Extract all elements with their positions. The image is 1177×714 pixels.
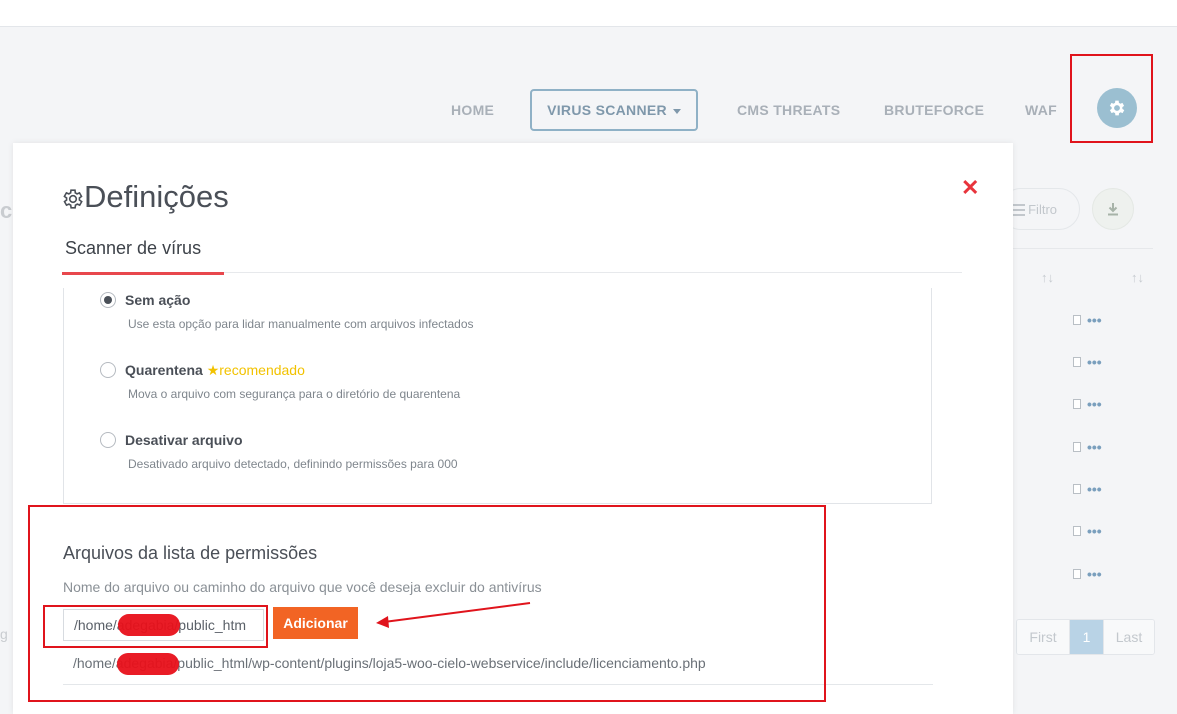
- tab-virus-scanner[interactable]: Scanner de vírus: [65, 238, 201, 259]
- pagination-first[interactable]: First: [1017, 620, 1070, 654]
- top-bar: [0, 0, 1177, 27]
- filter-label: Filtro: [1028, 201, 1057, 217]
- download-icon: [1108, 203, 1118, 216]
- recommended-badge: recomendado: [219, 362, 305, 378]
- option-description-quarentena: Mova o arquivo com segurança para o dire…: [128, 387, 461, 401]
- table-row-actions-item: •••: [1073, 313, 1102, 327]
- table-row-actions-item: •••: [1073, 397, 1102, 411]
- caret-down-icon: [672, 108, 681, 114]
- file-icon[interactable]: [1073, 526, 1081, 536]
- star-icon: ★: [206, 362, 220, 378]
- nav-bruteforce[interactable]: BRUTEFORCE: [884, 102, 984, 118]
- table-row-actions-item: •••: [1073, 482, 1102, 496]
- table-row-actions-item: •••: [1073, 355, 1102, 369]
- close-icon[interactable]: ✕: [961, 177, 979, 199]
- option-description-sem-acao: Use esta opção para lidar manualmente co…: [128, 317, 474, 331]
- background-divider: [1013, 248, 1153, 249]
- settings-highlight-box: [1070, 54, 1153, 143]
- annotation-arrow-icon: [376, 602, 531, 628]
- file-icon[interactable]: [1073, 569, 1081, 579]
- gear-outline-icon: [63, 189, 83, 209]
- pagination-last[interactable]: Last: [1104, 620, 1154, 654]
- filter-lines-icon: [1013, 204, 1025, 216]
- pagination: First 1 Last: [1016, 619, 1155, 655]
- download-button[interactable]: [1092, 188, 1134, 230]
- pagination-current-page[interactable]: 1: [1070, 620, 1104, 654]
- input-highlight-box: [43, 605, 268, 648]
- file-icon[interactable]: [1073, 315, 1081, 325]
- more-dots-icon[interactable]: •••: [1087, 355, 1102, 369]
- table-row-actions-item: •••: [1073, 440, 1102, 454]
- file-icon[interactable]: [1073, 442, 1081, 452]
- file-icon[interactable]: [1073, 399, 1081, 409]
- table-row-actions-item: •••: [1073, 524, 1102, 538]
- nav-home[interactable]: HOME: [451, 102, 494, 118]
- active-tab-indicator: [62, 272, 224, 275]
- more-dots-icon[interactable]: •••: [1087, 524, 1102, 538]
- option-label-sem-acao: Sem ação: [125, 292, 191, 308]
- radio-sem-acao[interactable]: [100, 292, 116, 308]
- option-label-quarentena-text: Quarentena: [125, 362, 203, 378]
- option-description-desativar-arquivo: Desativado arquivo detectado, definindo …: [128, 457, 458, 471]
- nav-waf[interactable]: WAF: [1025, 102, 1057, 118]
- sort-icon[interactable]: ↑↓: [1131, 270, 1144, 285]
- option-label-quarentena: Quarentena ★recomendado: [125, 362, 305, 379]
- file-icon[interactable]: [1073, 484, 1081, 494]
- nav-virus-scanner-label: VIRUS SCANNER: [547, 102, 667, 118]
- nav-cms-threats[interactable]: CMS THREATS: [737, 102, 840, 118]
- more-dots-icon[interactable]: •••: [1087, 313, 1102, 327]
- nav-virus-scanner-dropdown[interactable]: VIRUS SCANNER: [530, 89, 698, 131]
- table-row-actions-item: •••: [1073, 567, 1102, 581]
- radio-quarentena[interactable]: [100, 362, 116, 378]
- more-dots-icon[interactable]: •••: [1087, 397, 1102, 411]
- background-heading-fragment: c: [0, 198, 13, 223]
- file-icon[interactable]: [1073, 357, 1081, 367]
- more-dots-icon[interactable]: •••: [1087, 440, 1102, 454]
- sort-icon[interactable]: ↑↓: [1041, 270, 1054, 285]
- more-dots-icon[interactable]: •••: [1087, 567, 1102, 581]
- radio-desativar-arquivo[interactable]: [100, 432, 116, 448]
- more-dots-icon[interactable]: •••: [1087, 482, 1102, 496]
- background-text-fragment: g: [0, 626, 8, 642]
- modal-title: Definições: [84, 179, 229, 214]
- option-label-desativar-arquivo: Desativar arquivo: [125, 432, 243, 448]
